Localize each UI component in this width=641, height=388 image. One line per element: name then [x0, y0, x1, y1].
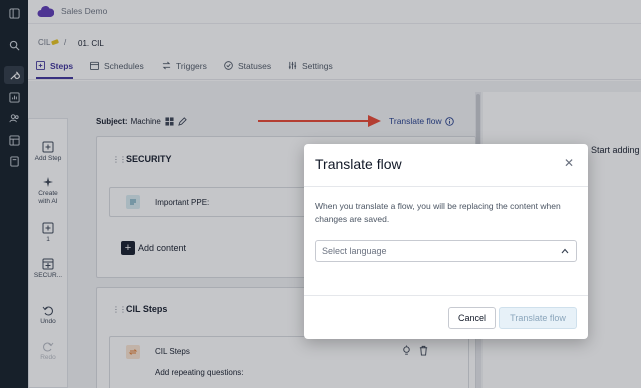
language-select-placeholder: Select language [322, 246, 387, 256]
cancel-button[interactable]: Cancel [448, 307, 496, 329]
divider [304, 186, 588, 187]
dialog-description: When you translate a flow, you will be r… [315, 201, 561, 224]
divider [304, 295, 588, 296]
dialog-title: Translate flow [315, 156, 402, 172]
close-icon[interactable]: ✕ [564, 157, 574, 169]
translate-flow-button[interactable]: Translate flow [499, 307, 577, 329]
language-select[interactable]: Select language [315, 240, 577, 262]
translate-flow-dialog: Translate flow ✕ When you translate a fl… [304, 144, 588, 339]
chevron-up-icon [561, 248, 569, 254]
